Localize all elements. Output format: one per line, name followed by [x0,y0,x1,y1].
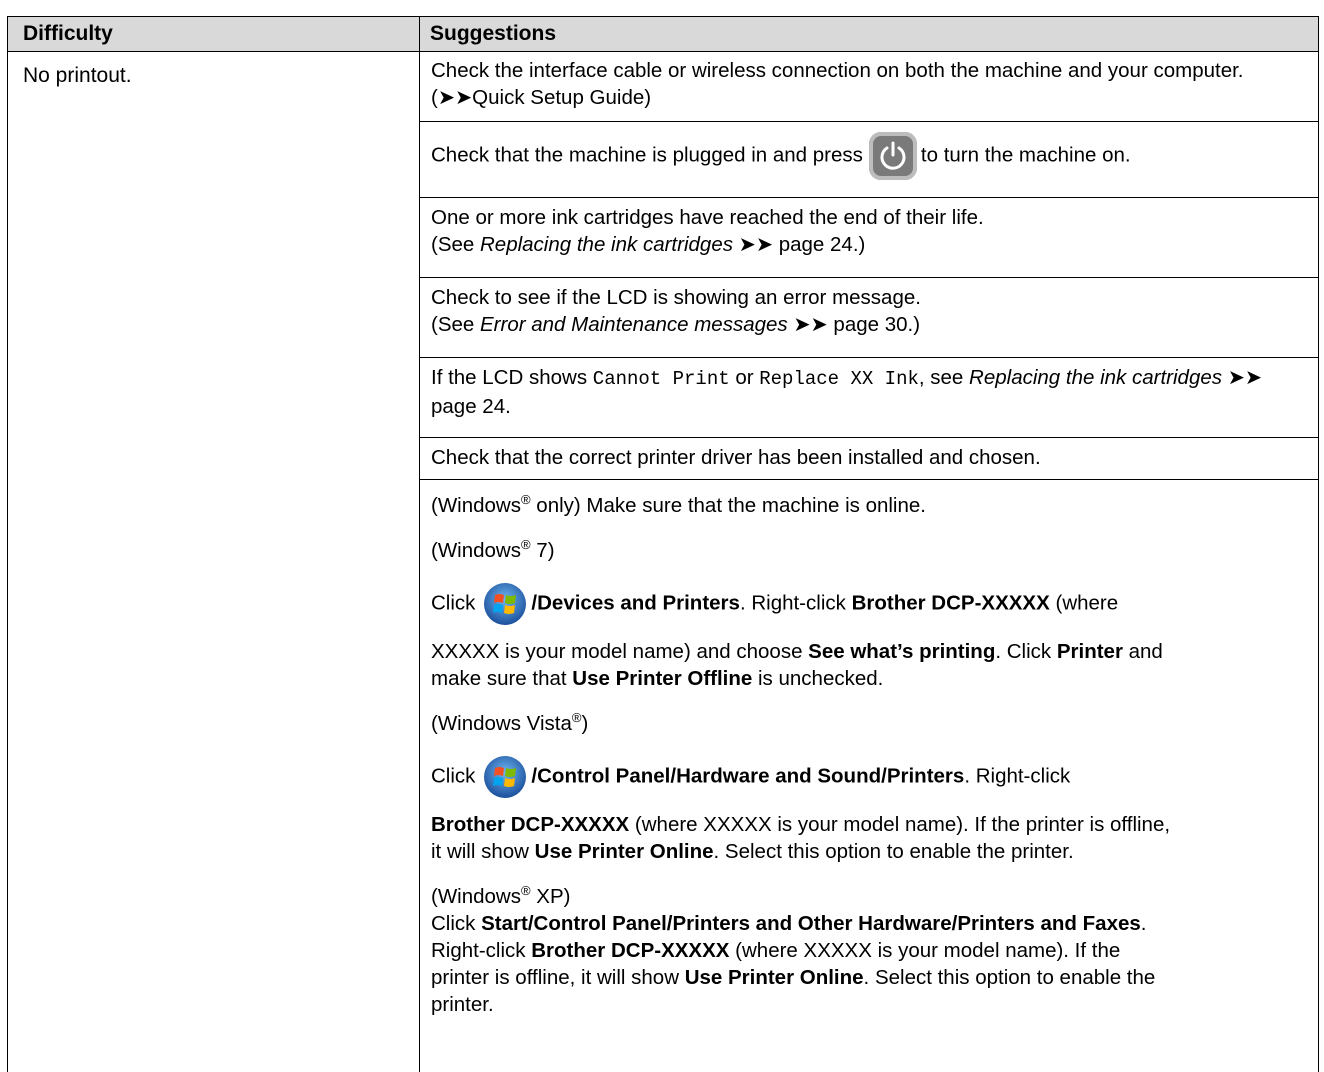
reference-link[interactable]: Error and Maintenance messages [480,313,788,336]
suggestion-text: Check that the machine is plugged in and… [431,143,863,167]
header-difficulty: Difficulty [8,17,420,51]
power-button-icon [868,132,917,180]
difficulty-cell: No printout. [8,52,420,1072]
windows-start-orb-icon [484,583,527,625]
windows-vista-step-cont: Brother DCP-XXXXX (where XXXXX is your m… [431,813,1171,863]
reference-link[interactable]: Replacing the ink cartridges [969,366,1222,389]
suggestion-row: Check the interface cable or wireless co… [420,52,1318,122]
suggestion-row: Check that the correct printer driver ha… [420,438,1318,480]
windows-xp-heading: (Windows® XP) [431,883,571,908]
or-text: or [729,366,760,389]
troubleshooting-table: Difficulty Suggestions No printout. Chec… [7,16,1319,1072]
suggestion-row-windows: (Windows® only) Make sure that the machi… [420,480,1318,1028]
windows-vista-step: Click/Control Panel/Hardware and Sound/P… [431,755,1308,799]
reference-link[interactable]: Replacing the ink cartridges [480,233,733,256]
suggestion-row: Check that the machine is plugged in and… [420,122,1318,198]
table-body: No printout. Check the interface cable o… [7,52,1319,1072]
windows-7-step-cont: XXXXX is your model name) and choose See… [431,640,1163,690]
suggestion-row: If the LCD shows Cannot Print or Replace… [420,358,1318,438]
suggestion-text: Check the interface cable or wireless co… [431,59,1244,109]
suggestion-text: One or more ink cartridges have reached … [431,206,984,229]
windows-start-orb-icon [484,756,527,798]
see-text: , see [918,366,970,389]
suggestions-column: Check the interface cable or wireless co… [420,52,1318,1072]
windows-intro: (Windows® only) Make sure that the machi… [431,492,926,517]
suggestion-row: Check to see if the LCD is showing an er… [420,278,1318,358]
windows-7-heading: (Windows® 7) [431,537,555,562]
windows-xp-step: Click Start/Control Panel/Printers and O… [431,912,1156,1016]
suggestion-text: to turn the machine on. [920,143,1131,167]
suggestion-row: One or more ink cartridges have reached … [420,198,1318,278]
header-suggestions: Suggestions [430,22,557,45]
page-ref: ➤➤ page 30.) [787,313,921,336]
see-text: (See [431,233,480,256]
windows-7-step: Click/Devices and Printers. Right-click … [431,582,1308,626]
suggestion-text: Check that the correct printer driver ha… [431,446,1041,469]
windows-vista-heading: (Windows Vista®) [431,710,589,735]
page-ref: ➤➤ page 24.) [732,233,866,256]
table-header: Difficulty Suggestions [7,16,1319,52]
suggestion-text: Check to see if the LCD is showing an er… [431,286,921,309]
lcd-message: Cannot Print [592,368,730,390]
lcd-message: Replace XX Ink [759,368,919,390]
see-text: (See [431,313,480,336]
suggestion-text: If the LCD shows [431,366,593,389]
